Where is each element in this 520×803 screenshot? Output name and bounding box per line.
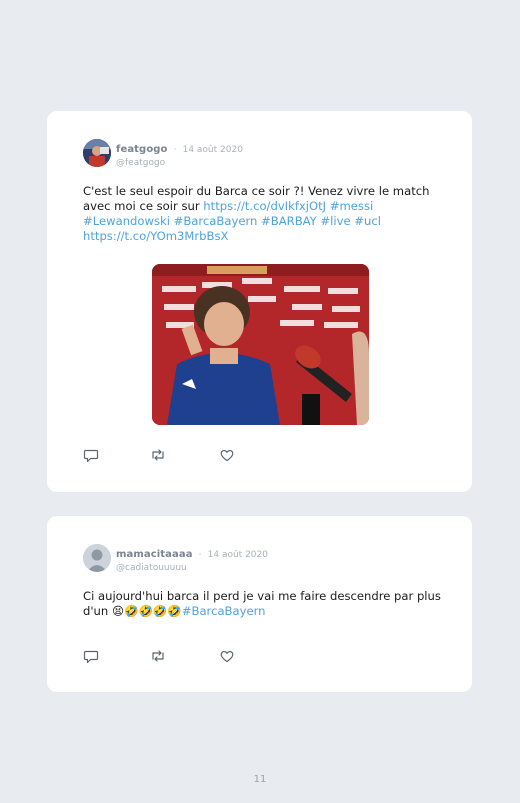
reply-icon[interactable] — [83, 447, 99, 463]
tweet-text: C'est le seul espoir du Barca ce soir ?!… — [83, 184, 443, 244]
tweet-card: mamacitaaaa · 14 août 2020 @cadiatouuuuu… — [47, 516, 472, 692]
username[interactable]: mamacitaaaa — [116, 549, 193, 560]
tweet-actions — [83, 648, 243, 664]
tweet-card: featgogo · 14 août 2020 @featgogo C'est … — [47, 111, 472, 492]
separator: · — [198, 550, 202, 560]
tweet-link-2[interactable]: https://t.co/YOm3MrbBsX — [83, 229, 228, 243]
page-number: 11 — [253, 774, 267, 785]
tweet-media-thumbnail[interactable] — [152, 264, 369, 425]
tweet-header: featgogo · 14 août 2020 @featgogo — [116, 140, 243, 168]
tweet-date[interactable]: 14 août 2020 — [208, 550, 268, 560]
username[interactable]: featgogo — [116, 144, 168, 155]
heart-icon[interactable] — [219, 447, 235, 463]
tweet-actions — [83, 447, 243, 463]
heart-icon[interactable] — [219, 648, 235, 664]
tweet-text: Ci aujourd'hui barca il perd je vai me f… — [83, 589, 443, 619]
tweet-emojis: 😫🤣🤣🤣🤣 — [111, 604, 182, 618]
user-handle[interactable]: @cadiatouuuuu — [116, 563, 268, 573]
tweet-hashtag[interactable]: #BarcaBayern — [182, 604, 266, 618]
tweet-date[interactable]: 14 août 2020 — [183, 145, 243, 155]
retweet-icon[interactable] — [150, 447, 166, 463]
user-handle[interactable]: @featgogo — [116, 158, 243, 168]
avatar-default-icon[interactable] — [83, 544, 111, 572]
retweet-icon[interactable] — [150, 648, 166, 664]
reply-icon[interactable] — [83, 648, 99, 664]
tweet-link[interactable]: https://t.co/dvIkfxjOtJ — [203, 199, 326, 213]
tweet-header: mamacitaaaa · 14 août 2020 @cadiatouuuuu — [116, 545, 268, 573]
avatar[interactable] — [83, 139, 111, 167]
separator: · — [173, 145, 177, 155]
